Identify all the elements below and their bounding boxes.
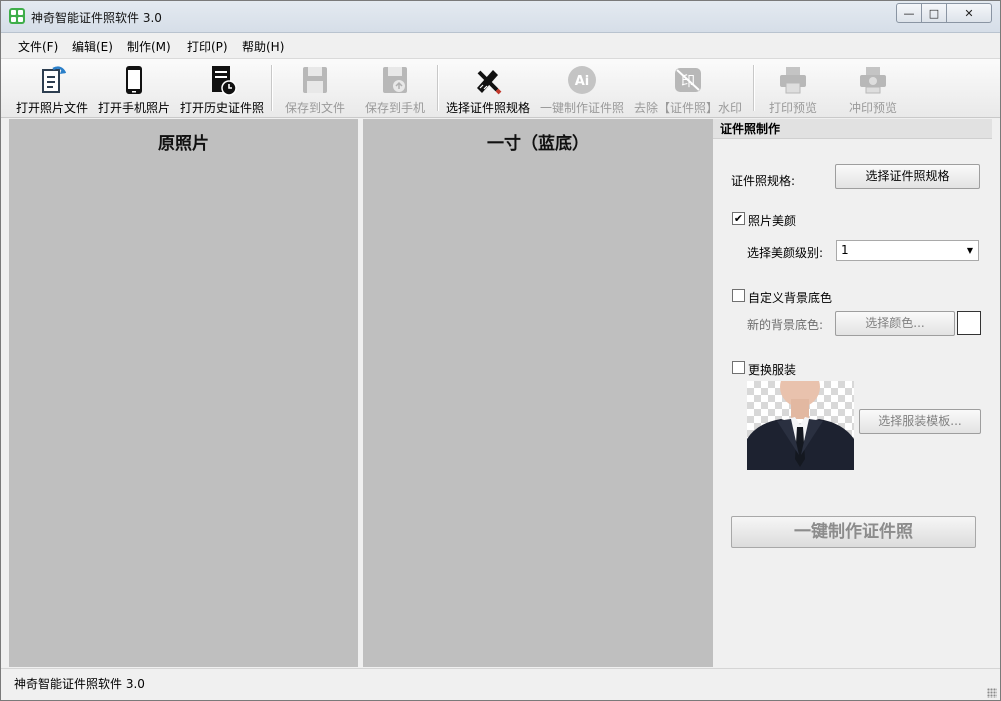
window-title: 神奇智能证件照软件 3.0 [31, 11, 162, 25]
save-to-phone-button[interactable]: 保存到手机 [363, 62, 427, 115]
menu-print[interactable]: 打印(P) [187, 38, 228, 55]
save-to-file-button[interactable]: 保存到文件 [283, 62, 347, 115]
remove-watermark-button[interactable]: 印 去除【证件照】水印 [633, 62, 743, 115]
ai-icon: Ai [568, 66, 596, 94]
print-preview-label: 打印预览 [768, 101, 817, 115]
menu-bar: 文件(F) 编辑(E) 制作(M) 打印(P) 帮助(H) [1, 33, 1000, 57]
panel-header: 证件照制作 [713, 119, 992, 139]
menu-make[interactable]: 制作(M) [127, 38, 171, 55]
choose-color-label: 选择颜色... [865, 316, 925, 330]
custom-bg-label: 自定义背景底色 [748, 291, 833, 305]
check-icon: ✔ [733, 212, 744, 225]
window-controls: — □ ✕ [896, 3, 992, 23]
clothes-template-button[interactable]: 选择服装模板... [859, 409, 981, 434]
open-history-photo-button[interactable]: 打开历史证件照 [179, 62, 265, 115]
remove-watermark-label: 去除【证件照】水印 [633, 101, 742, 115]
svg-text:Ai: Ai [575, 74, 590, 89]
one-click-make-label: 一键制作证件照 [794, 522, 913, 542]
status-text: 神奇智能证件照软件 3.0 [14, 677, 145, 691]
printer-icon [780, 67, 806, 94]
one-click-make-toolbar-button[interactable]: Ai 一键制作证件照 [539, 62, 625, 115]
photo-print-icon [860, 67, 886, 94]
one-click-make-button[interactable]: 一键制作证件照 [731, 516, 976, 548]
original-photo-title: 原照片 [158, 134, 209, 154]
clothes-template-thumbnail [747, 381, 854, 470]
select-spec-panel-button[interactable]: 选择证件照规格 [835, 164, 980, 189]
beauty-label: 照片美颜 [748, 214, 797, 228]
menu-file[interactable]: 文件(F) [18, 38, 58, 55]
app-logo-icon [9, 8, 25, 24]
photo-print-preview-button[interactable]: 冲印预览 [843, 62, 903, 115]
suit-image [747, 381, 854, 470]
clothes-template-label: 选择服装模板... [878, 414, 962, 428]
photo-print-preview-label: 冲印预览 [848, 101, 897, 115]
result-photo-pane[interactable]: 一寸（蓝底） [363, 119, 713, 667]
one-click-make-toolbar-label: 一键制作证件照 [539, 101, 624, 115]
open-phone-photo-button[interactable]: 打开手机照片 [97, 62, 171, 115]
open-photo-file-icon [42, 66, 67, 93]
remove-watermark-icon: 印 [675, 68, 701, 92]
menu-help[interactable]: 帮助(H) [242, 38, 284, 55]
minimize-icon: — [903, 6, 915, 20]
change-clothes-checkbox[interactable] [732, 361, 745, 374]
bg-color-swatch[interactable] [957, 311, 981, 335]
status-bar: 神奇智能证件照软件 3.0 [1, 668, 1000, 700]
maximize-icon: □ [928, 6, 940, 20]
close-button[interactable]: ✕ [947, 3, 992, 23]
history-document-icon [212, 66, 237, 96]
save-to-file-label: 保存到文件 [284, 101, 345, 115]
beauty-level-value: 1 [841, 243, 849, 257]
toolbar: 打开照片文件 打开手机照片 打开历史证件照 保存到文件 保存到手机 选择证件照规… [1, 58, 1000, 118]
beauty-level-select[interactable]: 1 ▼ [836, 240, 979, 261]
title-bar: 神奇智能证件照软件 3.0 — □ ✕ [1, 1, 1000, 33]
minimize-button[interactable]: — [896, 3, 922, 23]
app-window: 神奇智能证件照软件 3.0 — □ ✕ 文件(F) 编辑(E) 制作(M) 打印… [0, 0, 1001, 701]
open-history-photo-label: 打开历史证件照 [179, 101, 264, 115]
beauty-checkbox[interactable]: ✔ [732, 212, 745, 225]
print-preview-button[interactable]: 打印预览 [763, 62, 823, 115]
toolbar-separator [437, 65, 439, 111]
close-icon: ✕ [964, 6, 974, 20]
choose-color-button[interactable]: 选择颜色... [835, 311, 955, 336]
toolbar-separator [271, 65, 273, 111]
spec-label: 证件照规格: [731, 174, 796, 188]
open-photo-file-button[interactable]: 打开照片文件 [13, 62, 91, 115]
open-phone-photo-label: 打开手机照片 [97, 101, 170, 115]
toolbar-separator [753, 65, 755, 111]
select-spec-panel-label: 选择证件照规格 [865, 169, 950, 183]
open-photo-file-label: 打开照片文件 [15, 101, 88, 115]
result-photo-title: 一寸（蓝底） [487, 134, 589, 154]
resize-grip-icon[interactable] [987, 688, 997, 698]
save-to-phone-icon [383, 67, 407, 93]
ruler-pencil-icon [477, 70, 502, 95]
menu-edit[interactable]: 编辑(E) [72, 38, 113, 55]
save-floppy-icon [303, 67, 327, 93]
dropdown-arrow-icon: ▼ [966, 246, 973, 255]
save-to-phone-label: 保存到手机 [364, 101, 425, 115]
custom-bg-checkbox[interactable] [732, 289, 745, 302]
select-spec-label: 选择证件照规格 [445, 101, 530, 115]
new-bg-label: 新的背景底色: [747, 318, 824, 332]
original-photo-pane[interactable]: 原照片 [9, 119, 358, 667]
select-spec-button[interactable]: 选择证件照规格 [445, 62, 531, 115]
beauty-level-label: 选择美颜级别: [747, 246, 824, 260]
change-clothes-label: 更换服装 [748, 363, 797, 377]
maximize-button[interactable]: □ [922, 3, 947, 23]
phone-icon [126, 66, 142, 94]
